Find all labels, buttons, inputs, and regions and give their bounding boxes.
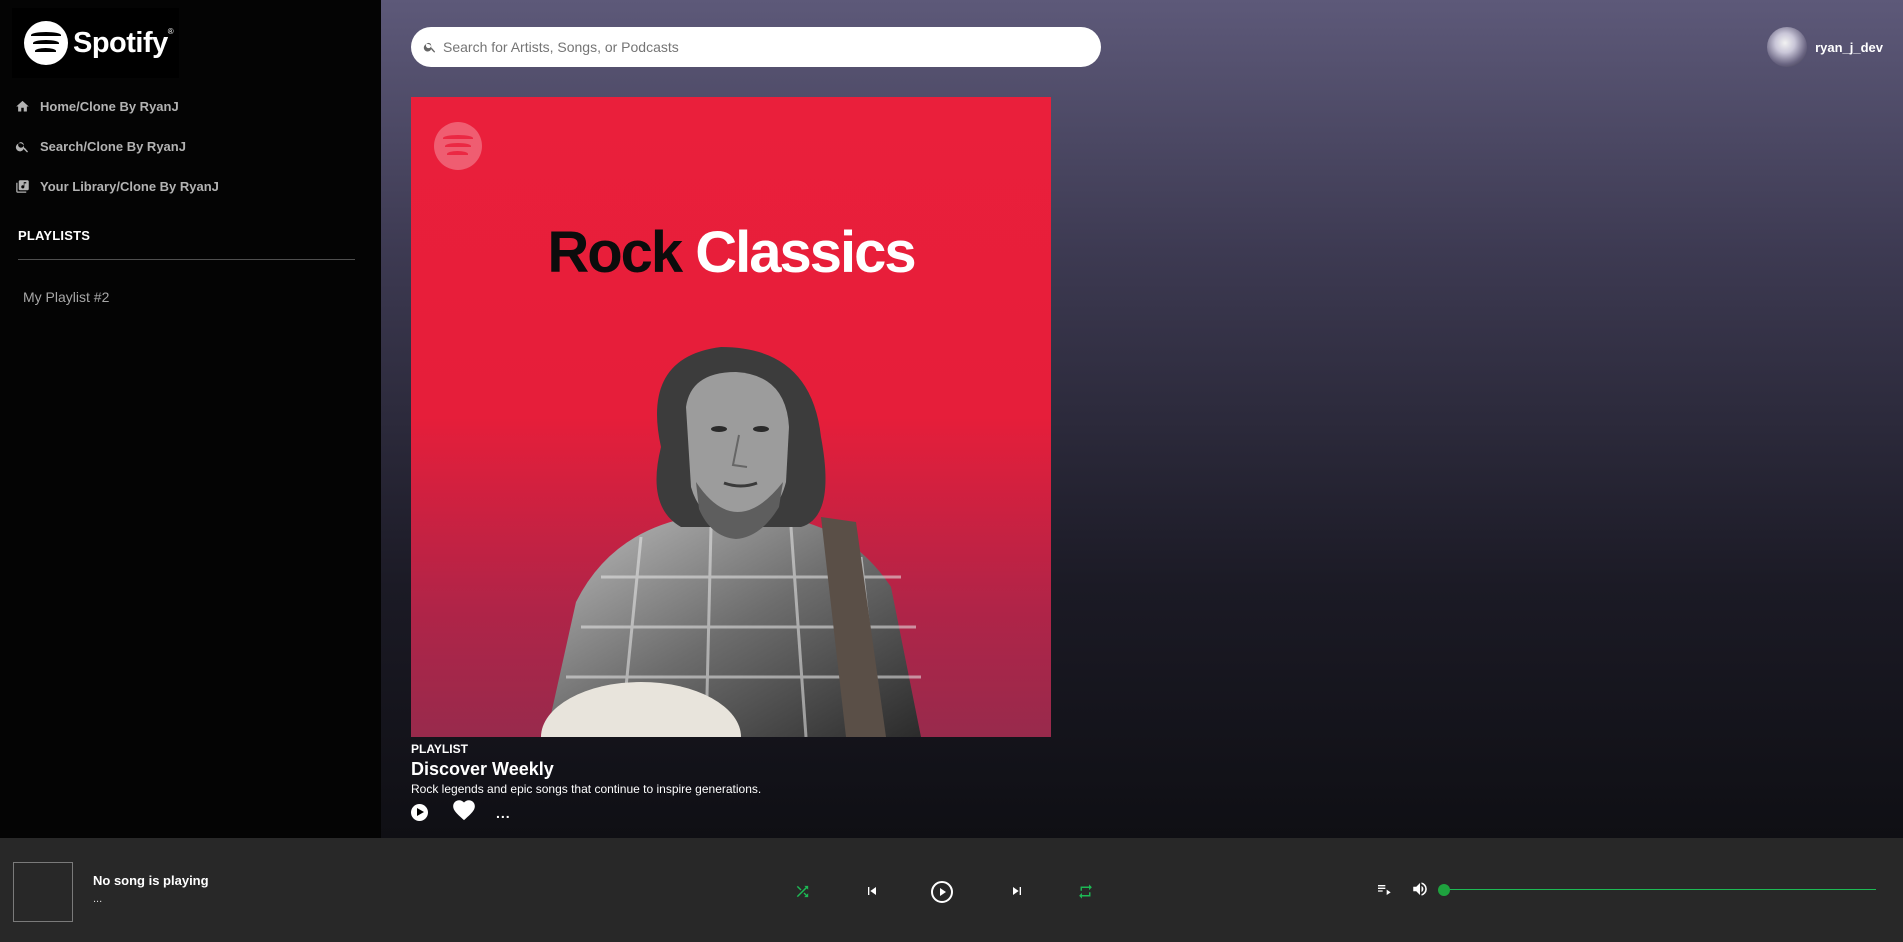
avatar (1767, 27, 1808, 67)
volume-button[interactable] (1411, 880, 1429, 898)
volume-slider-handle[interactable] (1438, 884, 1450, 896)
play-pause-button[interactable] (930, 880, 954, 904)
skip-next-icon (1013, 887, 1021, 895)
volume-icon (1413, 882, 1427, 896)
logo-wordmark: Spotify® (73, 26, 174, 59)
spotify-logo[interactable]: Spotify® (12, 8, 179, 78)
home-icon (16, 100, 29, 112)
cover-title: Rock Classics (411, 219, 1051, 286)
sidebar: Spotify® Home/Clone By RyanJ Search/Clon… (0, 0, 381, 838)
cover-artist-photo (541, 347, 921, 737)
volume-slider-track[interactable] (1444, 889, 1876, 890)
player-bar: No song is playing ... (0, 838, 1903, 942)
nav-home-label: Home/Clone By RyanJ (40, 99, 179, 114)
now-playing-album-art (13, 862, 73, 922)
nav-search[interactable]: Search/Clone By RyanJ (15, 139, 186, 154)
playlist-description: Rock legends and epic songs that continu… (411, 782, 762, 796)
playlist-cover: Rock Classics (411, 97, 1051, 737)
playlists-heading: PLAYLISTS (18, 228, 91, 243)
username: ryan_j_dev (1815, 39, 1883, 55)
sidebar-playlist-item[interactable]: My Playlist #2 (23, 289, 109, 305)
user-menu[interactable]: ryan_j_dev (1767, 27, 1883, 67)
shuffle-button[interactable] (794, 883, 811, 900)
cover-title-classics: Classics (695, 220, 916, 285)
playlists-divider (18, 259, 355, 260)
now-playing-artist: ... (93, 893, 103, 905)
skip-previous-icon (868, 887, 876, 895)
queue-icon (1378, 885, 1391, 895)
next-button[interactable] (1009, 883, 1025, 899)
spotify-logo-icon (24, 21, 68, 65)
nav-library[interactable]: Your Library/Clone By RyanJ (15, 179, 219, 194)
search-icon (423, 42, 436, 53)
shuffle-icon (796, 885, 809, 898)
nav-search-label: Search/Clone By RyanJ (40, 139, 186, 154)
play-circle-icon (931, 881, 953, 903)
previous-button[interactable] (864, 883, 880, 899)
heart-icon[interactable] (451, 797, 477, 823)
search-bar[interactable] (411, 27, 1101, 67)
playlist-type: PLAYLIST (411, 742, 468, 756)
more-options-button[interactable]: ... (496, 805, 511, 821)
queue-button[interactable] (1376, 881, 1392, 897)
play-playlist-button[interactable] (411, 804, 428, 821)
repeat-icon (1079, 884, 1092, 899)
search-icon (15, 142, 28, 153)
now-playing-title: No song is playing (93, 873, 209, 888)
main-content: ryan_j_dev Rock Classics (381, 0, 1903, 838)
library-icon (16, 180, 29, 193)
playlist-title: Discover Weekly (411, 759, 554, 779)
nav-home[interactable]: Home/Clone By RyanJ (15, 99, 179, 114)
cover-title-rock: Rock (547, 220, 683, 285)
nav-library-label: Your Library/Clone By RyanJ (40, 179, 219, 194)
spotify-logo-icon (434, 122, 482, 170)
search-input[interactable] (443, 39, 1043, 55)
repeat-button[interactable] (1077, 883, 1094, 900)
